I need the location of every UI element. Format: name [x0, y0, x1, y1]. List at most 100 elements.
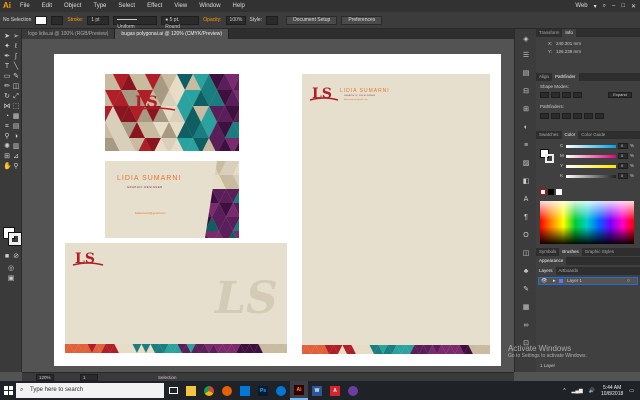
menu-window[interactable]: Window [193, 0, 226, 12]
divide-button[interactable] [540, 113, 549, 119]
column-graph-icon[interactable]: ▥ [12, 143, 20, 151]
target-icon[interactable]: ○ [627, 278, 630, 284]
stroke-swatch[interactable] [8, 232, 22, 246]
minus-front-button[interactable] [551, 92, 560, 98]
tab-pathfinder[interactable]: Pathfinder [552, 73, 579, 81]
search-icon[interactable]: ⌕ [603, 3, 606, 10]
direct-selection-tool-icon[interactable]: ➢ [12, 33, 20, 41]
acrobat-icon[interactable]: A [326, 381, 344, 400]
exclude-button[interactable] [573, 92, 582, 98]
tab-brushes[interactable]: Brushes [559, 248, 582, 256]
trim-button[interactable] [551, 113, 560, 119]
business-card-back[interactable]: LIDIA SUMARNI GRAPHIC DESIGNER lidiasuma… [105, 161, 239, 238]
lasso-icon[interactable]: ℓ [12, 43, 20, 51]
layer-row[interactable]: 👁 ▸ Layer 1 ○ [538, 277, 638, 285]
none-color-icon[interactable]: ⊘ [12, 253, 20, 261]
artboard[interactable]: LS LIDIA SUMARNI GRAPHIC DESIGNER lidias… [54, 54, 501, 366]
workspace-switcher[interactable]: Web [575, 3, 587, 9]
channel-k-field[interactable]: 0 [618, 173, 628, 179]
brushes-panel-icon[interactable]: ✎ [521, 285, 531, 294]
type-tool-icon[interactable]: T [3, 63, 11, 71]
menu-file[interactable]: File [14, 0, 36, 12]
eyedropper-icon[interactable]: ⚲ [3, 133, 11, 141]
slice-tool-icon[interactable]: ⊿ [12, 153, 20, 161]
tab-artboards[interactable]: Artboards [556, 267, 582, 275]
tab-layers[interactable]: Layers [536, 267, 556, 275]
chevron-up-icon[interactable]: ^ [563, 388, 565, 394]
channel-y-slider[interactable] [566, 165, 616, 168]
tab-info[interactable]: Info [562, 29, 576, 37]
pen-tool-icon[interactable]: ✒ [3, 53, 11, 61]
artboard-tool-icon[interactable]: ⊞ [3, 153, 11, 161]
tab-align[interactable]: Align [536, 73, 552, 81]
color-mode-icon[interactable]: ■ [3, 253, 11, 261]
illustrator-taskbar-icon[interactable]: Ai [290, 381, 308, 400]
tab-symbols[interactable]: Symbols [536, 248, 559, 256]
word-icon[interactable]: W [308, 381, 326, 400]
outline-button[interactable] [584, 113, 593, 119]
channel-c-field[interactable]: 0 [618, 143, 628, 149]
paragraph-icon[interactable]: ¶ [521, 213, 531, 222]
menu-help[interactable]: Help [227, 0, 251, 12]
merge-button[interactable] [562, 113, 571, 119]
mesh-tool-icon[interactable]: ⌗ [3, 123, 11, 131]
firefox-icon[interactable] [218, 381, 236, 400]
character-icon[interactable]: A [521, 195, 531, 204]
tab-color-guide[interactable]: Color Guide [578, 131, 608, 139]
crop-button[interactable] [573, 113, 582, 119]
opacity-field[interactable]: 100% [225, 15, 246, 25]
menu-object[interactable]: Object [58, 0, 87, 12]
magic-wand-icon[interactable]: ✦ [3, 43, 11, 51]
eye-icon[interactable]: 👁 [541, 278, 547, 284]
links-icon[interactable]: ∞ [521, 321, 531, 330]
blend-tool-icon[interactable]: ◑ [12, 133, 20, 141]
stroke-label[interactable]: Stroke: [67, 17, 83, 23]
channel-m-field[interactable]: 0 [618, 153, 628, 159]
windows-start-icon[interactable] [0, 381, 16, 400]
transform-icon[interactable]: ⊞ [521, 105, 531, 114]
expand-button[interactable]: Expand [608, 92, 632, 98]
edge-icon[interactable] [272, 381, 290, 400]
file-explorer-icon[interactable] [182, 381, 200, 400]
channel-m-slider[interactable] [566, 155, 616, 158]
menu-effect[interactable]: Effect [141, 0, 168, 12]
rotate-tool-icon[interactable]: ↻ [3, 93, 11, 101]
scale-tool-icon[interactable]: ⤢ [12, 93, 20, 101]
network-icon[interactable]: ▂▄▆ [572, 388, 583, 394]
opentype-icon[interactable]: O [521, 231, 531, 240]
store-icon[interactable] [236, 381, 254, 400]
none-swatch[interactable] [540, 189, 546, 195]
screen-mode-icon[interactable]: ▣ [7, 275, 15, 283]
paintbrush-icon[interactable]: ✎ [12, 73, 20, 81]
menu-view[interactable]: View [168, 0, 193, 12]
expand-arrow-icon[interactable]: ▸ [553, 278, 556, 284]
business-card-front[interactable]: LS [105, 74, 239, 151]
menu-edit[interactable]: Edit [36, 0, 58, 12]
menu-select[interactable]: Select [112, 0, 141, 12]
zoom-field[interactable]: 120% [36, 374, 54, 381]
black-swatch[interactable] [548, 189, 554, 195]
channel-y-field[interactable]: 0 [618, 163, 628, 169]
style-picker[interactable] [266, 15, 279, 25]
draw-mode-icon[interactable]: ◎ [7, 265, 15, 273]
perspective-grid-icon[interactable]: ▦ [12, 113, 20, 121]
menu-type[interactable]: Type [87, 0, 112, 12]
color-spectrum[interactable] [540, 201, 634, 244]
document-setup-button[interactable]: Document Setup [286, 15, 338, 25]
opacity-label[interactable]: Opacity: [203, 17, 221, 23]
intersect-button[interactable] [562, 92, 571, 98]
artboard-nav-field[interactable]: 1 [80, 374, 98, 381]
stroke-weight-field[interactable]: 1 pt [87, 15, 110, 25]
tab-graphic-styles[interactable]: Graphic Styles [582, 248, 617, 256]
channel-k-slider[interactable] [566, 175, 616, 178]
photoshop-icon[interactable]: Ps [254, 381, 272, 400]
pathfinder-panel-icon[interactable]: ◫ [521, 249, 531, 258]
appearance-icon[interactable]: ◐ [521, 123, 531, 132]
symbols-panel-icon[interactable]: ♣ [521, 267, 531, 276]
symbol-sprayer-icon[interactable]: ✺ [3, 143, 11, 151]
task-view-icon[interactable] [164, 381, 182, 400]
notifications-icon[interactable]: ▭ [629, 388, 634, 394]
transparency-icon[interactable]: ◧ [521, 177, 531, 186]
stroke-panel-icon[interactable]: ≡ [521, 141, 531, 150]
brush-dropdown[interactable]: ● 5 pt. Round [161, 15, 200, 30]
